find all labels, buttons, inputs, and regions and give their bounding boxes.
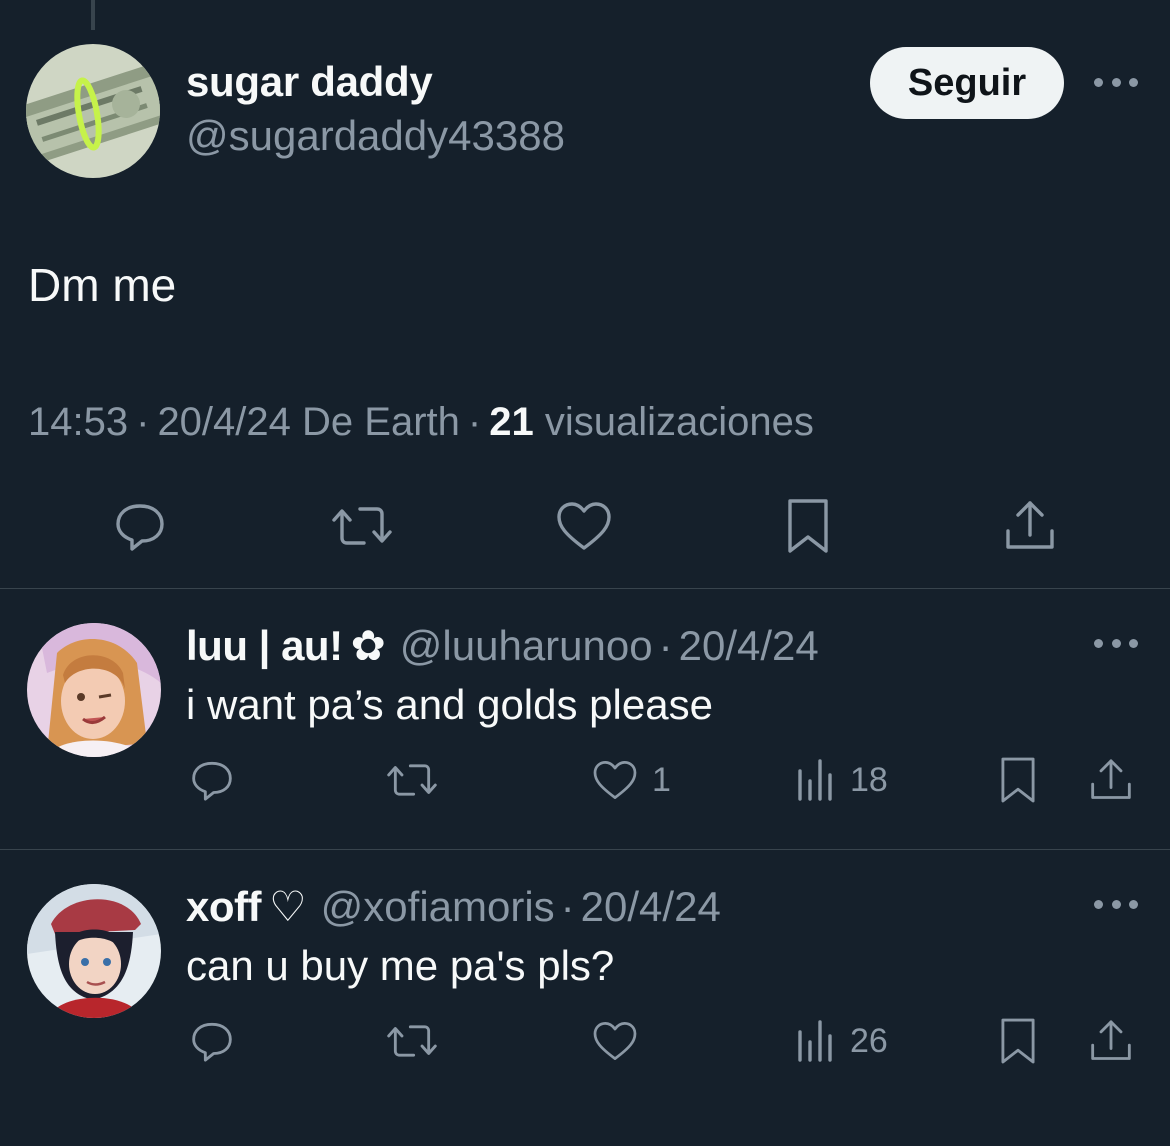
author-handle[interactable]: @sugardaddy43388 (186, 112, 565, 160)
reply-tweet[interactable]: luu | au! ✿ @luuharunoo · 20/4/24 i want… (0, 589, 1170, 850)
tweet-meta: 14:53 · 20/4/24 De Earth · 21 visualizacione… (28, 400, 814, 445)
reply-icon (192, 1022, 232, 1062)
reply-author-handle[interactable]: @luuharunoo (400, 622, 653, 670)
bookmark-icon (1001, 1018, 1035, 1064)
share-button[interactable] (1086, 1016, 1136, 1066)
heart-icon (557, 502, 611, 550)
bookmark-icon (1001, 757, 1035, 803)
retweet-button[interactable] (384, 755, 440, 805)
reply-date[interactable]: 20/4/24 (679, 622, 819, 670)
meta-separator: · (658, 622, 673, 669)
meta-separator: · (467, 400, 482, 444)
more-options-icon[interactable] (1094, 631, 1138, 655)
tweet-date[interactable]: 20/4/24 (157, 400, 290, 444)
tweet-time[interactable]: 14:53 (28, 400, 128, 444)
more-options-icon[interactable] (1094, 892, 1138, 916)
share-button[interactable] (998, 494, 1062, 558)
reply-header: xoff ♡ @xofiamoris · 20/4/24 (186, 882, 721, 931)
reply-author-name[interactable]: xoff (186, 883, 262, 931)
flower-emoji: ✿ (350, 622, 386, 669)
retweet-icon (387, 1025, 437, 1057)
bookmark-button[interactable] (996, 755, 1040, 805)
follow-button[interactable]: Seguir (870, 47, 1064, 119)
views-button[interactable]: 26 (794, 1016, 888, 1066)
views-count: 21 (489, 400, 534, 444)
analytics-icon (798, 1020, 832, 1062)
like-button[interactable] (590, 1016, 640, 1066)
reply-icon (116, 504, 164, 551)
avatar[interactable] (27, 623, 161, 757)
heart-icon (593, 1022, 637, 1060)
main-tweet: sugar daddy @sugardaddy43388 Seguir Dm m… (0, 0, 1170, 589)
reply-author-handle[interactable]: @xofiamoris (321, 883, 555, 931)
tweet-text: Dm me (28, 259, 177, 311)
like-count: 1 (652, 760, 671, 799)
bookmark-icon (788, 499, 828, 553)
bookmark-button[interactable] (776, 494, 840, 558)
retweet-icon (332, 507, 392, 545)
heart-emoji: ♡ (269, 883, 307, 930)
retweet-button[interactable] (384, 1016, 440, 1066)
heart-icon (593, 761, 637, 799)
analytics-icon (798, 759, 832, 801)
reply-date[interactable]: 20/4/24 (581, 883, 721, 931)
reply-button[interactable] (186, 1016, 238, 1066)
meta-separator: · (560, 883, 575, 930)
reply-text: can u buy me pa's pls? (186, 942, 615, 989)
avatar[interactable] (27, 884, 161, 1018)
retweet-icon (387, 764, 437, 796)
views-count: 18 (850, 760, 888, 799)
reply-author-name[interactable]: luu | au! (186, 622, 343, 670)
share-icon (1006, 501, 1054, 549)
reply-button[interactable] (186, 755, 238, 805)
reply-text: i want pa’s and golds please (186, 681, 713, 728)
share-button[interactable] (1086, 755, 1136, 805)
bookmark-button[interactable] (996, 1016, 1040, 1066)
reply-tweet[interactable]: xoff ♡ @xofiamoris · 20/4/24 can u buy m… (0, 850, 1170, 1146)
avatar[interactable] (26, 44, 160, 178)
reply-icon (192, 761, 232, 801)
like-button[interactable]: 1 (590, 755, 671, 805)
tweet-source: De Earth (302, 400, 460, 444)
more-options-icon[interactable] (1094, 70, 1138, 94)
meta-separator: · (136, 400, 150, 444)
retweet-button[interactable] (330, 494, 394, 558)
views-count: 26 (850, 1021, 888, 1060)
author-name[interactable]: sugar daddy (186, 58, 433, 106)
like-button[interactable] (552, 494, 616, 558)
reply-header: luu | au! ✿ @luuharunoo · 20/4/24 (186, 621, 819, 670)
share-icon (1091, 1020, 1131, 1060)
views-label: visualizaciones (544, 400, 814, 444)
reply-button[interactable] (108, 494, 172, 558)
views-button[interactable]: 18 (794, 755, 888, 805)
share-icon (1091, 759, 1131, 799)
